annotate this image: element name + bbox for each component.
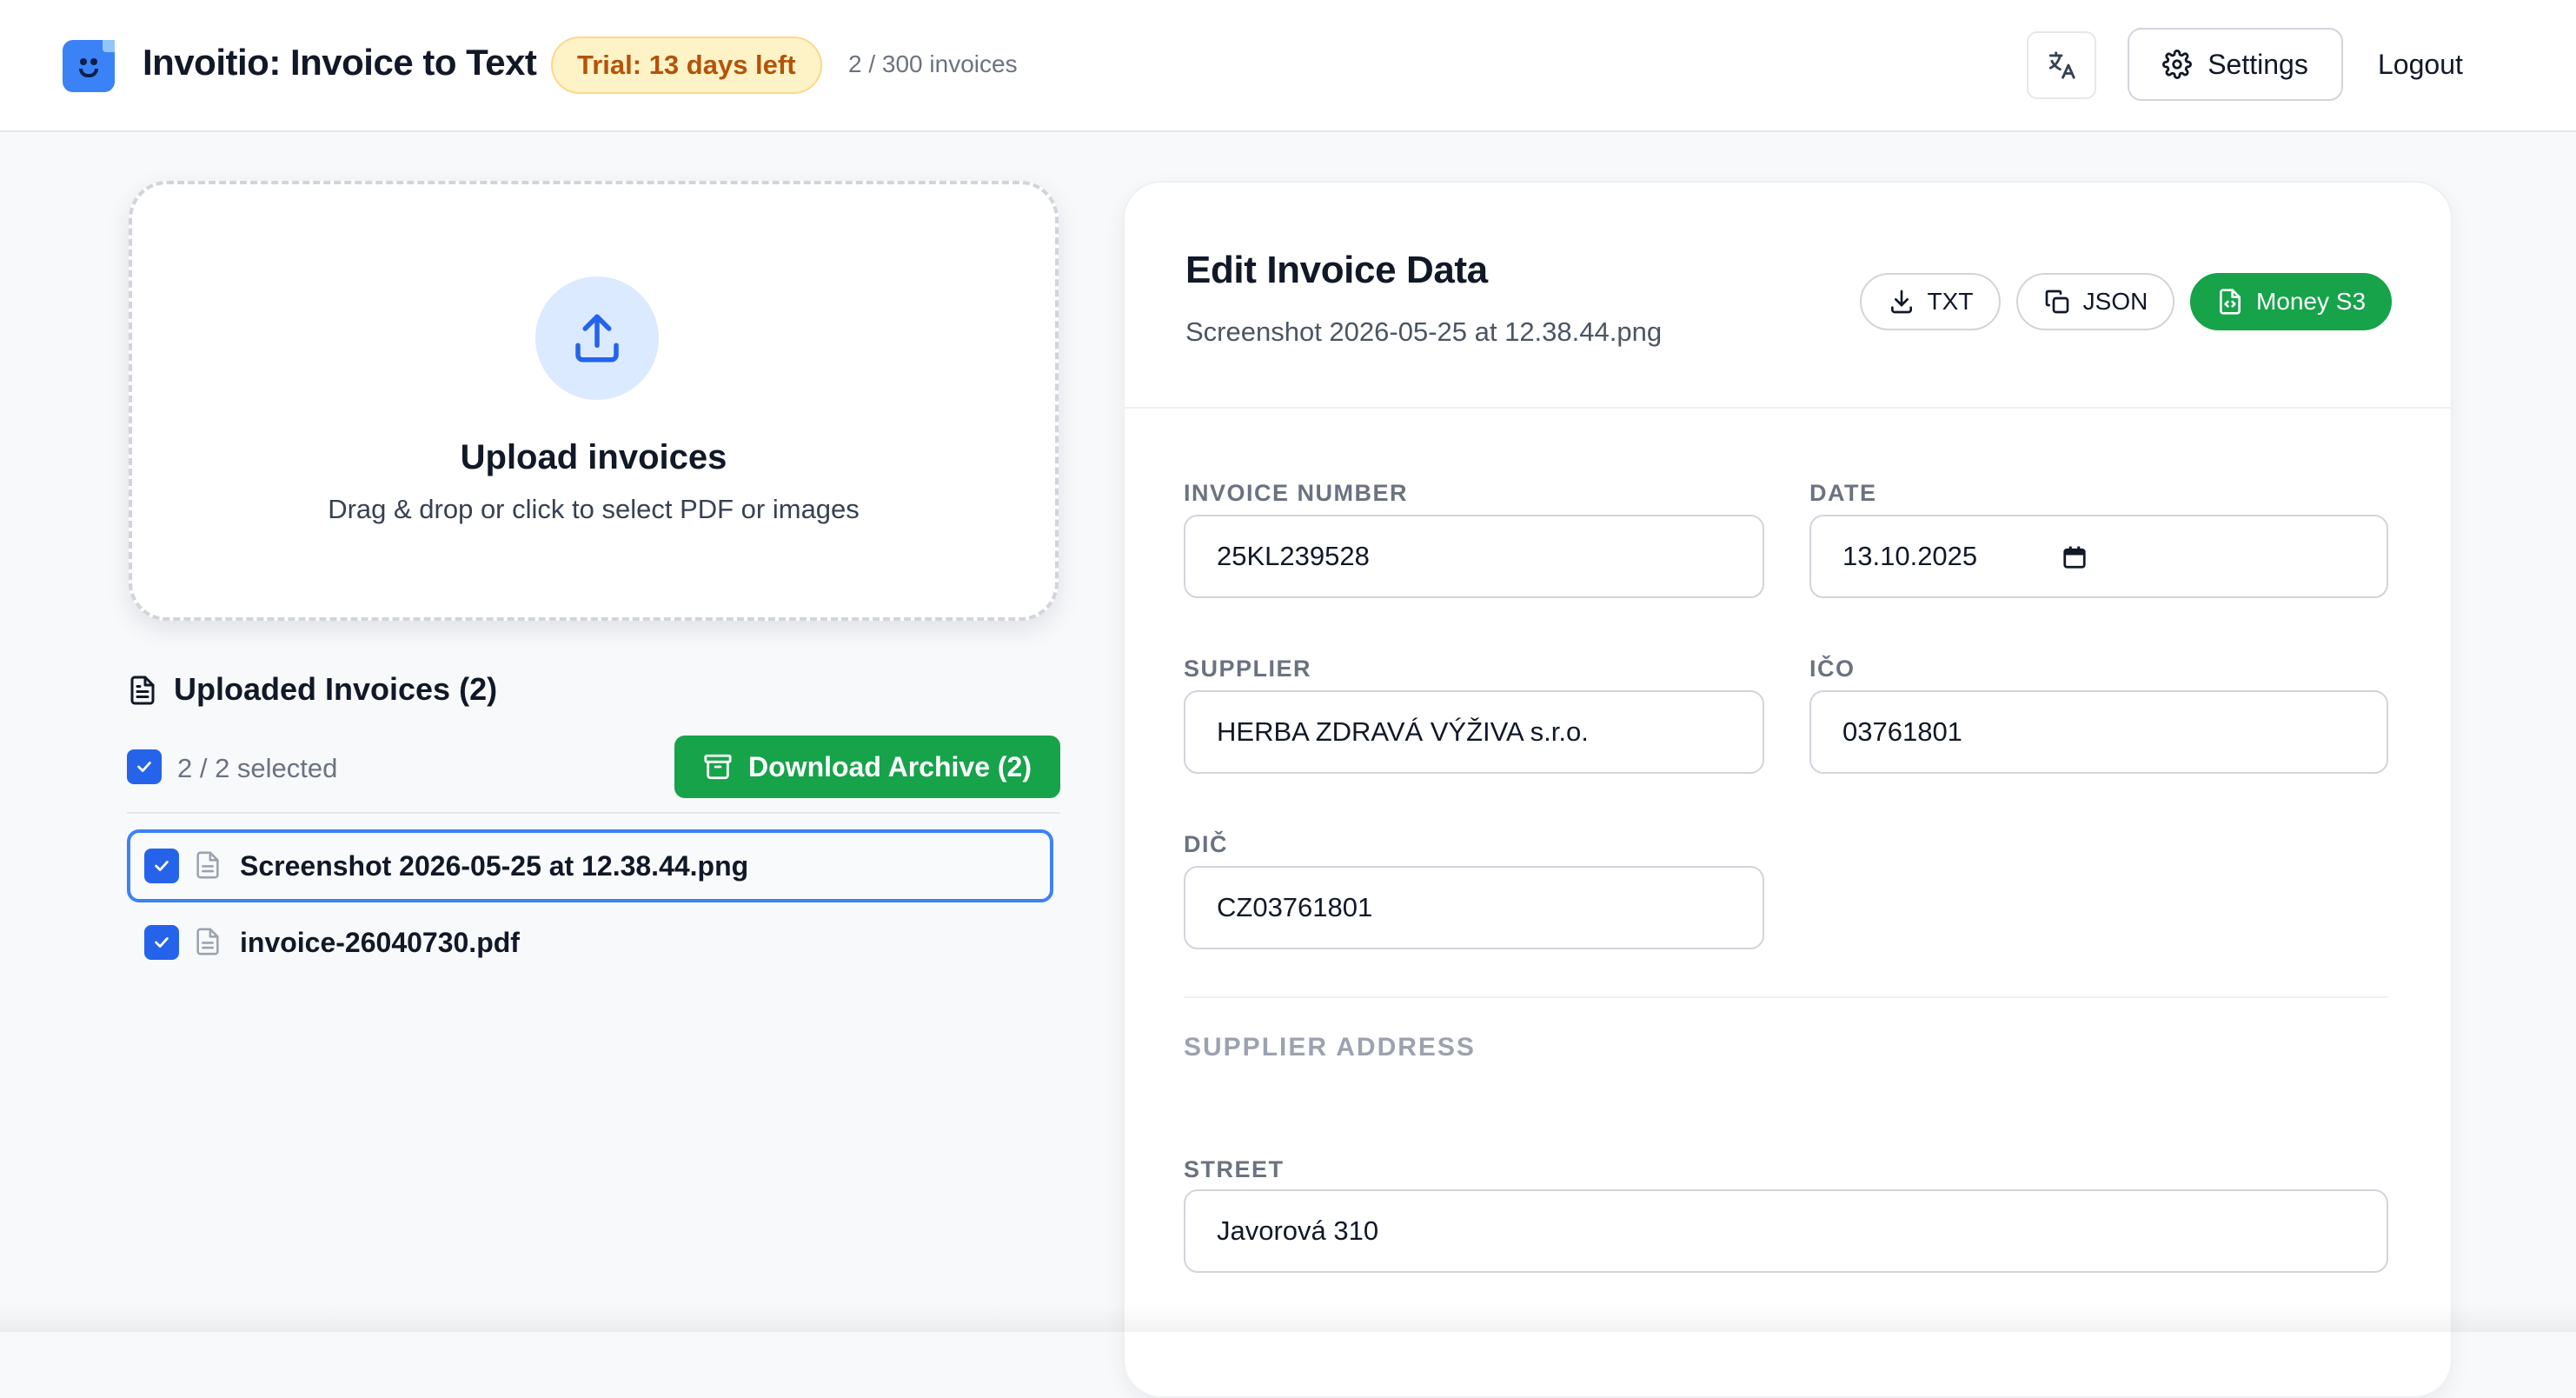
date-input[interactable] (1809, 515, 2388, 598)
code-file-icon (2219, 289, 2241, 315)
date-label: DATE (1809, 480, 1877, 506)
copy-json-button[interactable]: JSON (2016, 273, 2174, 330)
download-icon (1890, 290, 1912, 314)
export-money-s3-label: Money S3 (2255, 288, 2367, 315)
bottom-shadow (0, 1304, 2576, 1332)
uploaded-invoices-title: Uploaded Invoices (2) (174, 671, 498, 707)
archive-icon (704, 754, 732, 780)
edit-title: Edit Invoice Data (1185, 249, 1488, 291)
file-name: invoice-26040730.pdf (240, 927, 520, 958)
dic-label: DIČ (1184, 831, 1228, 857)
file-icon (196, 928, 219, 955)
copy-json-label: JSON (2082, 288, 2148, 315)
settings-button[interactable]: Settings (2128, 28, 2343, 101)
export-money-s3-button[interactable]: Money S3 (2190, 273, 2392, 330)
supplier-label: SUPPLIER (1184, 656, 1312, 682)
supplier-address-title: SUPPLIER ADDRESS (1184, 1033, 1476, 1062)
panel-divider (1125, 407, 2451, 409)
upload-icon (575, 314, 619, 363)
file-row-active[interactable]: Screenshot 2026-05-25 at 12.38.44.png (127, 829, 1053, 902)
translate-icon (2048, 51, 2075, 79)
export-txt-button[interactable]: TXT (1860, 273, 2001, 330)
check-icon (155, 861, 169, 871)
check-icon (155, 937, 169, 948)
copy-icon (2045, 290, 2068, 314)
file-name: Screenshot 2026-05-25 at 12.38.44.png (240, 850, 749, 882)
file-checkbox[interactable] (144, 849, 179, 883)
selected-count: 2 / 2 selected (177, 753, 338, 783)
invoice-count: 2 / 300 invoices (848, 50, 1018, 77)
dic-input[interactable] (1184, 866, 1764, 949)
ico-label: IČO (1809, 656, 1856, 682)
invoice-number-label: INVOICE NUMBER (1184, 480, 1409, 506)
file-checkbox[interactable] (144, 925, 179, 960)
settings-label: Settings (2208, 48, 2308, 80)
check-icon (137, 762, 151, 772)
download-archive-button[interactable]: Download Archive (2) (674, 736, 1060, 798)
gear-icon (2162, 50, 2193, 79)
language-button[interactable] (2027, 31, 2096, 99)
file-icon (196, 851, 219, 879)
edit-filename: Screenshot 2026-05-25 at 12.38.44.png (1185, 316, 1663, 347)
ico-input[interactable] (1809, 690, 2388, 774)
upload-subtitle: Drag & drop or click to select PDF or im… (328, 494, 860, 524)
upload-icon-circle (535, 276, 659, 400)
upload-title: Upload invoices (460, 438, 727, 476)
street-input[interactable] (1184, 1189, 2388, 1273)
select-all-checkbox[interactable] (127, 749, 162, 784)
app-logo-icon (63, 40, 115, 92)
document-icon (130, 676, 155, 705)
top-header: Invoitio: Invoice to Text Trial: 13 days… (0, 0, 2576, 132)
calendar-icon[interactable] (2061, 544, 2088, 570)
section-divider (1184, 996, 2388, 998)
list-divider (127, 812, 1060, 814)
invoice-number-input[interactable] (1184, 515, 1764, 598)
street-label: STREET (1184, 1156, 1285, 1182)
trial-badge: Trial: 13 days left (551, 37, 822, 94)
export-txt-label: TXT (1927, 288, 1974, 315)
upload-dropzone[interactable]: Upload invoices Drag & drop or click to … (129, 181, 1059, 621)
file-row[interactable]: invoice-26040730.pdf (127, 909, 1053, 982)
supplier-input[interactable] (1184, 690, 1764, 774)
app-title: Invoitio: Invoice to Text (143, 42, 537, 83)
logout-button[interactable]: Logout (2378, 49, 2463, 81)
download-archive-label: Download Archive (2) (748, 750, 1032, 782)
